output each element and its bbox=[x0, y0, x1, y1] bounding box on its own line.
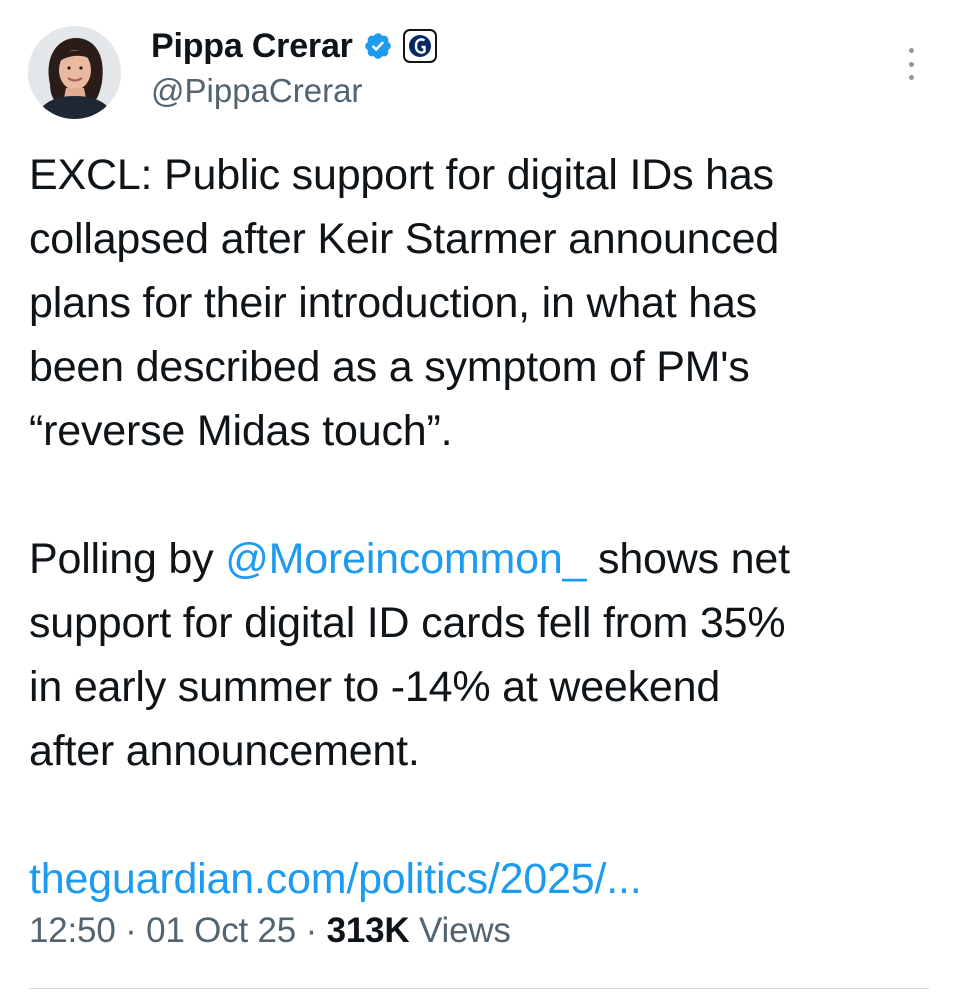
avatar-photo bbox=[28, 26, 121, 119]
tweet-line: support for digital ID cards fell from 3… bbox=[29, 599, 786, 647]
guardian-logo-icon[interactable] bbox=[402, 29, 437, 63]
meta-separator: · bbox=[296, 911, 327, 950]
more-dot bbox=[908, 48, 914, 53]
article-link[interactable]: theguardian.com/politics/2025/... bbox=[29, 847, 944, 911]
author-name-row: Pippa Crerar bbox=[151, 24, 437, 68]
tweet-line: EXCL: Public support for digital IDs has bbox=[29, 151, 774, 199]
more-dot bbox=[908, 61, 914, 67]
tweet-text-fragment: shows net bbox=[586, 535, 790, 583]
display-name[interactable]: Pippa Crerar bbox=[151, 27, 353, 66]
tweet-meta: 12:50 · 01 Oct 25 · 313K Views bbox=[29, 911, 511, 951]
more-dot bbox=[908, 75, 914, 80]
author-avatar[interactable] bbox=[28, 26, 121, 119]
divider bbox=[29, 988, 929, 989]
tweet-line: plans for their introduction, in what ha… bbox=[29, 279, 757, 327]
views-label: Views bbox=[409, 911, 511, 950]
tweet-line: collapsed after Keir Starmer announced bbox=[29, 215, 780, 263]
mention-link[interactable]: @Moreincommon_ bbox=[225, 535, 586, 583]
tweet-line: after announcement. bbox=[29, 727, 420, 775]
tweet: Pippa Crerar @PippaCrerar EXCL: Public s… bbox=[0, 0, 958, 1000]
tweet-date[interactable]: 01 Oct 25 bbox=[146, 911, 296, 950]
verified-badge-icon[interactable] bbox=[363, 31, 393, 61]
tweet-time[interactable]: 12:50 bbox=[29, 911, 116, 950]
author-handle[interactable]: @PippaCrerar bbox=[151, 72, 362, 110]
views-count: 313K bbox=[326, 911, 410, 950]
more-options-icon[interactable] bbox=[898, 44, 924, 84]
tweet-text: EXCL: Public support for digital IDs has… bbox=[29, 143, 944, 911]
tweet-text-fragment: Polling by bbox=[29, 535, 226, 583]
tweet-line: “reverse Midas touch”. bbox=[29, 407, 453, 455]
tweet-line: been described as a symptom of PM's bbox=[29, 343, 750, 391]
meta-separator: · bbox=[115, 911, 147, 950]
tweet-line: Polling by @Moreincommon_ shows net bbox=[29, 527, 944, 591]
tweet-line: in early summer to -14% at weekend bbox=[29, 663, 721, 711]
